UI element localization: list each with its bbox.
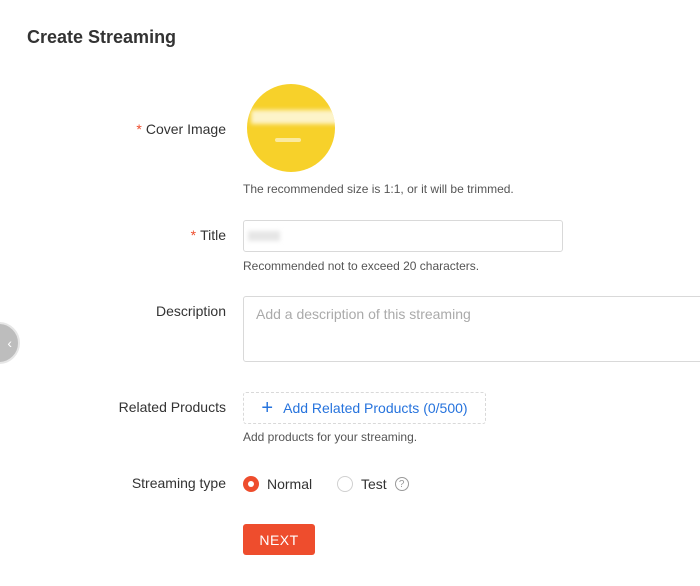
add-related-products-label: Add Related Products (0/500) [283,400,468,416]
radio-test[interactable]: Test ? [337,476,409,492]
chevron-left-icon: ‹ [7,335,12,351]
title-hint: Recommended not to exceed 20 characters. [243,259,480,273]
cover-image-label: * Cover Image [136,121,226,137]
streaming-type-label: Streaming type [131,475,226,491]
help-icon[interactable]: ? [394,477,409,491]
radio-unselected-icon [337,476,353,492]
cover-image-hint: The recommended size is 1:1, or it will … [243,182,514,196]
related-products-label: Related Products [118,399,226,415]
description-input[interactable] [244,297,700,361]
sidebar-collapse-button[interactable]: ‹ [0,322,20,364]
title-field[interactable] [243,220,563,252]
plus-icon: + [261,397,274,419]
page-title: Create Streaming [27,27,177,47]
required-mark: * [190,227,197,243]
radio-normal[interactable]: Normal [243,476,312,492]
related-products-hint: Add products for your streaming. [243,430,418,444]
cover-image-upload[interactable] [247,84,335,172]
title-input[interactable] [244,221,562,251]
description-field[interactable] [243,296,700,362]
radio-selected-icon [243,476,259,492]
required-mark: * [136,121,142,137]
add-related-products-button[interactable]: + Add Related Products (0/500) [243,392,486,424]
blurred-logo [251,110,335,124]
title-label: * Title [190,227,226,243]
description-label: Description [155,303,226,319]
next-button[interactable]: NEXT [243,524,315,555]
